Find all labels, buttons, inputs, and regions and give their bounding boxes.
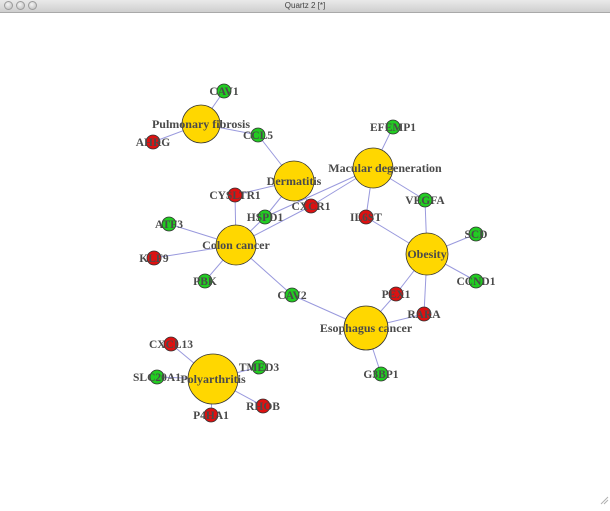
resize-grip-icon[interactable] (599, 495, 609, 505)
gene-label-slc20a1: SLC20A1 (133, 372, 181, 384)
disease-label-macular: Macular degeneration (328, 161, 442, 175)
disease-label-derm: Dermatitis (267, 174, 322, 188)
gene-label-vegfa: VEGFA (405, 195, 445, 207)
gene-label-pbk: PBK (193, 276, 217, 288)
gene-label-pex1: PEX1 (382, 289, 411, 301)
gene-label-cxcl13: CXCL13 (149, 339, 193, 351)
title-bar[interactable]: Quartz 2 [*] (0, 0, 610, 13)
gene-label-g3bp1: G3BP1 (363, 369, 398, 381)
gene-label-rara: RARA (407, 309, 441, 321)
disease-label-poly: Polyarthritis (180, 372, 246, 386)
window-title: Quartz 2 [*] (284, 1, 326, 10)
disease-label-pf: Pulmonary fibrosis (152, 117, 250, 131)
plot-canvas: CAV1 AHRG CCL5 EFEMP1 CYSLTR1 CXCR1 HSPD1 IL6ST… (0, 13, 610, 506)
gene-label-ahrg: AHRG (136, 137, 171, 149)
gene-label-cysltr1: CYSLTR1 (209, 190, 261, 202)
disease-label-obesity: Obesity (407, 247, 446, 261)
gene-label-hspd1: HSPD1 (247, 212, 284, 224)
gene-label-klf9: KLF9 (139, 253, 169, 265)
quartz-window: Quartz 2 [*] CAV1 AHRG CCL5 EFEMP1 CYSLTR1 CX… (0, 0, 610, 506)
gene-label-cav1: CAV1 (209, 86, 238, 98)
disease-label-esoph: Esophagus cancer (320, 321, 413, 335)
gene-label-atf3: ATF3 (155, 219, 183, 231)
gene-label-il6st: IL6ST (350, 212, 382, 224)
gene-label-cxcr1: CXCR1 (292, 201, 331, 213)
gene-label-ccl5: CCL5 (243, 130, 273, 142)
gene-label-p4ha1: P4HA1 (193, 410, 229, 422)
network-graph: CAV1 AHRG CCL5 EFEMP1 CYSLTR1 CXCR1 HSPD1 IL6ST… (133, 83, 496, 423)
gene-label-cav2: CAV2 (277, 290, 306, 302)
gene-label-efemp1: EFEMP1 (370, 122, 416, 134)
gene-label-ccnd1: CCND1 (457, 276, 496, 288)
gene-label-rhob: RHOB (246, 401, 280, 413)
disease-label-colon: Colon cancer (202, 238, 270, 252)
gene-label-scd: SCD (464, 229, 487, 241)
